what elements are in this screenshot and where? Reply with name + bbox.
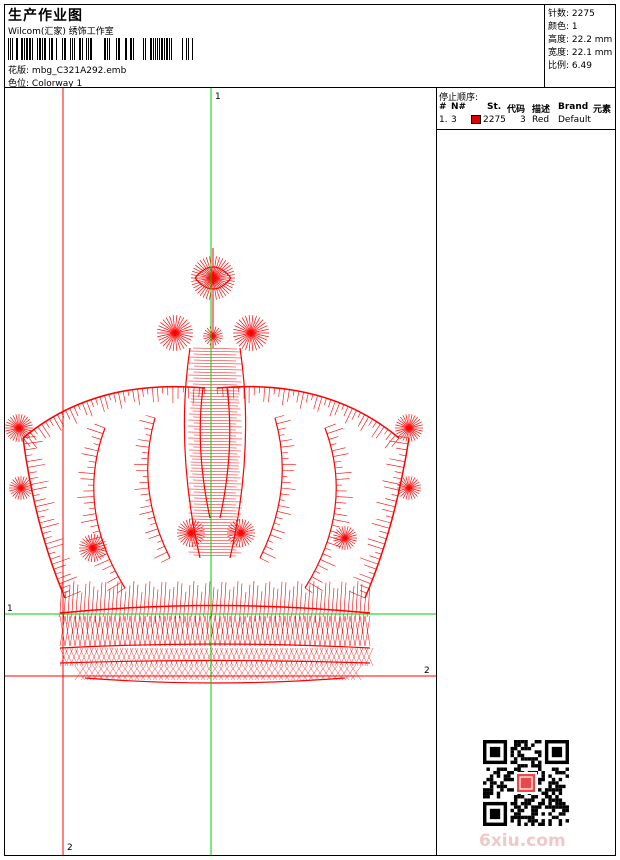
design-file-row: 花版: mbg_C321A292.emb: [8, 63, 126, 76]
design-canvas: 1 1 2 2: [5, 88, 437, 855]
stat-scale: 比例: 6.49: [548, 61, 592, 71]
crown-stitches: [5, 248, 423, 684]
row-stitches: 2275: [483, 115, 506, 125]
stat-colors: 颜色: 1: [548, 22, 578, 32]
red-h-label: 2: [424, 666, 430, 676]
qr-code: [483, 740, 569, 826]
col-code: 代码: [507, 105, 526, 115]
table-divider: [437, 129, 615, 130]
stat-height: 高度: 22.2 mm: [548, 35, 613, 45]
green-v-label: 1: [215, 92, 221, 102]
stop-sequence-panel: 停止顺序: # N# St. 代码 描述 Brand 元素 1. 3 2275 …: [437, 88, 615, 855]
production-sheet: 生产作业图 Wilcom(汇家) 绣饰工作室 花版: mbg_C321A292.…: [4, 4, 616, 856]
barcode: [8, 38, 193, 60]
col-element: 元素: [593, 105, 612, 115]
table-row: 1. 3 2275 3 Red Default: [437, 115, 615, 126]
design-file: mbg_C321A292.emb: [31, 66, 127, 76]
stat-width: 宽度: 22.1 mm: [548, 48, 613, 58]
col-brand: Brand: [558, 102, 589, 112]
col-needle: N#: [451, 102, 467, 112]
stop-table-header: # N# St. 代码 描述 Brand 元素: [437, 102, 615, 115]
row-needle: 3: [451, 115, 457, 125]
row-code: 3: [520, 115, 526, 125]
stat-stitches: 针数: 2275: [548, 9, 595, 19]
red-v-label: 2: [67, 843, 73, 853]
design-label: 花版:: [8, 66, 30, 76]
page-title: 生产作业图: [8, 8, 83, 24]
watermark-text: 6xiu.com: [479, 831, 566, 851]
company-name: Wilcom(汇家) 绣饰工作室: [8, 27, 114, 37]
row-brand: Default: [558, 115, 591, 125]
row-desc: Red: [532, 115, 550, 125]
col-desc: 描述: [532, 105, 551, 115]
crown-embroidery: [5, 88, 436, 855]
col-stitches: St.: [487, 102, 502, 112]
col-index: #: [439, 102, 447, 112]
design-stats: 针数: 2275 颜色: 1 高度: 22.2 mm 宽度: 22.1 mm 比…: [545, 5, 615, 88]
thread-color-swatch: [471, 115, 481, 124]
row-index: 1.: [439, 115, 448, 125]
header-panel: 生产作业图 Wilcom(汇家) 绣饰工作室 花版: mbg_C321A292.…: [5, 5, 545, 89]
green-h-label: 1: [7, 604, 13, 614]
